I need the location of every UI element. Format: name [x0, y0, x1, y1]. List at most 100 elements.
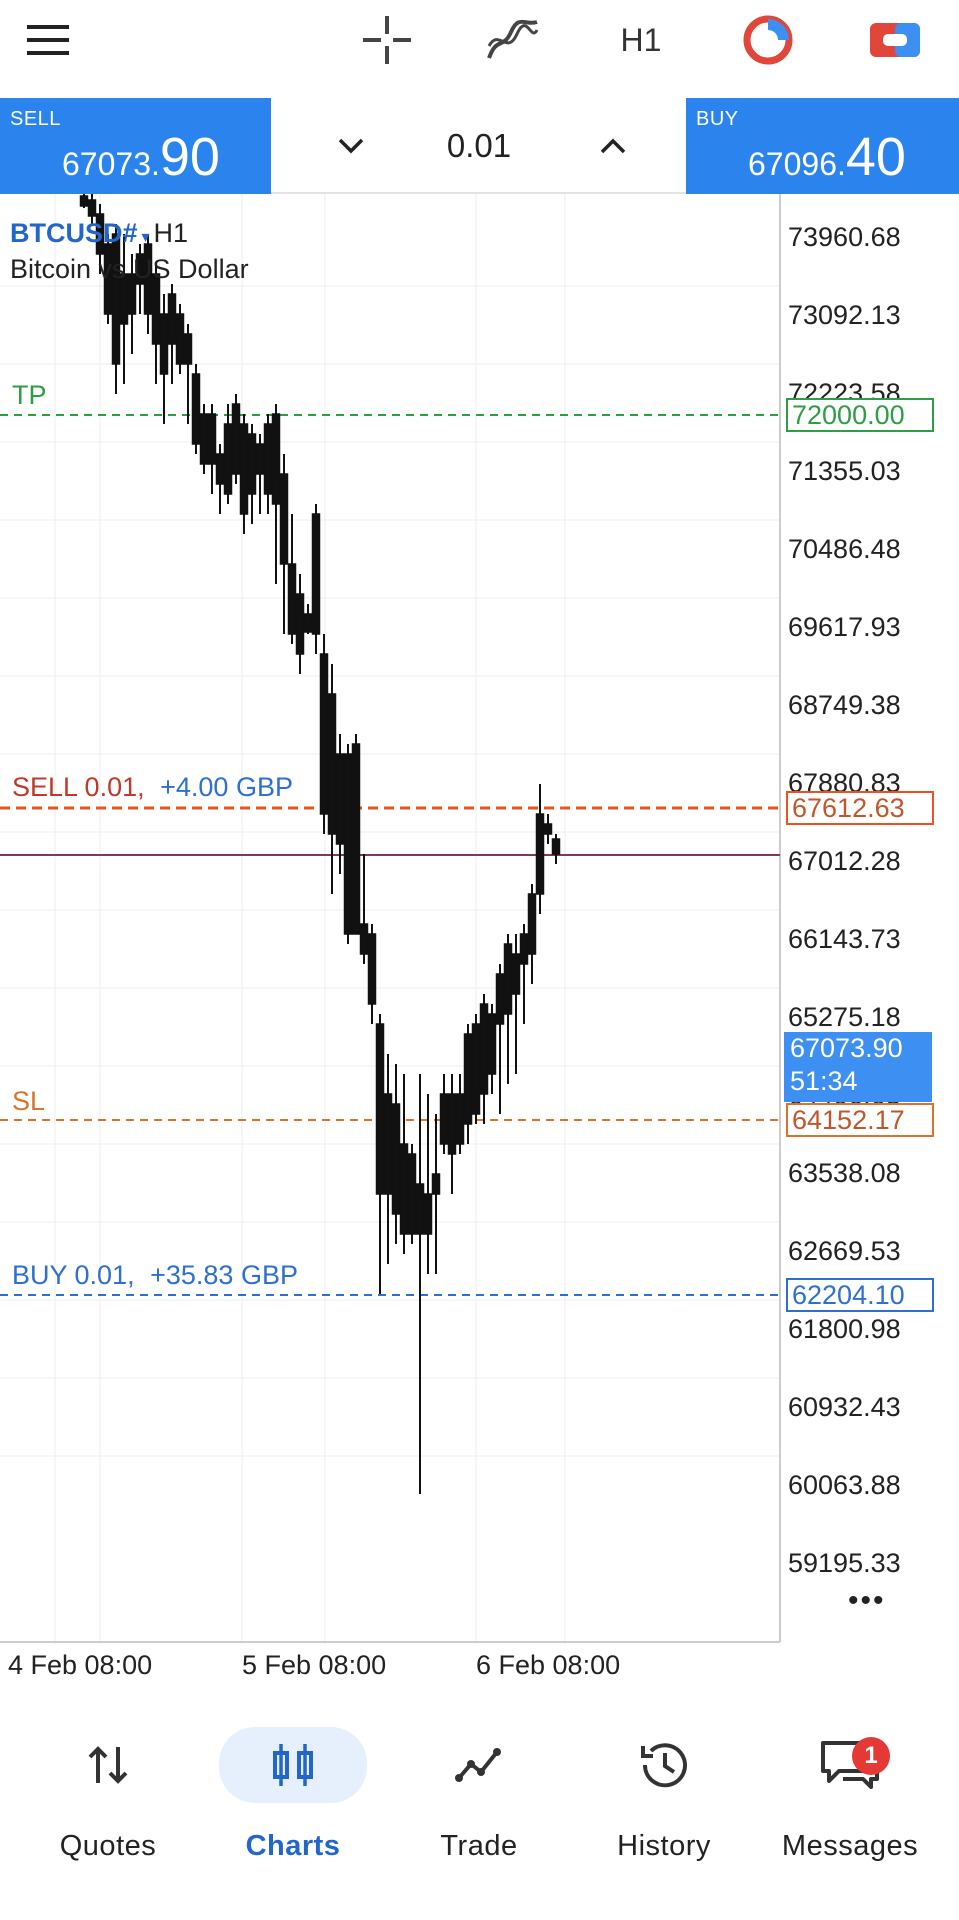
candle-body — [311, 513, 321, 635]
volume-increase-button[interactable] — [590, 123, 636, 169]
candle-body — [207, 413, 217, 465]
top-toolbar: H1 — [0, 0, 959, 98]
candle-body — [183, 333, 193, 365]
messages-badge: 1 — [852, 1737, 890, 1775]
candle-body — [471, 1023, 481, 1115]
candle-body — [519, 933, 529, 965]
one-click-trading-icon — [870, 23, 920, 57]
crosshair-button[interactable] — [358, 10, 416, 70]
price-axis-label: 66143.73 — [788, 924, 901, 954]
candle-body — [215, 453, 225, 485]
buy-position-volume: BUY 0.01, — [12, 1260, 135, 1290]
candle-body — [167, 293, 177, 345]
price-axis-label: 69617.93 — [788, 612, 901, 642]
price-axis-label: 71355.03 — [788, 456, 901, 486]
chevron-down-icon — [338, 138, 364, 154]
more-options-button[interactable]: ••• — [848, 1584, 886, 1618]
candle-body — [399, 1143, 409, 1235]
timeframe-button[interactable]: H1 — [612, 10, 670, 70]
current-price-value: 67073.90 — [790, 1033, 903, 1063]
candle-body — [487, 1013, 497, 1075]
candle-body — [535, 813, 545, 895]
nav-trade-label: Trade — [440, 1830, 518, 1862]
one-click-trading-button[interactable] — [866, 10, 924, 70]
sell-label: SELL — [10, 108, 61, 130]
indicators-button[interactable] — [482, 10, 544, 70]
candle-body — [199, 413, 209, 465]
nav-history-icon-wrap — [624, 1730, 704, 1800]
candle-body — [335, 753, 345, 845]
sell-button[interactable]: SELL 67073.90 — [0, 98, 271, 194]
candle-body — [511, 953, 521, 995]
indicators-icon — [487, 19, 539, 59]
nav-quotes[interactable]: Quotes — [28, 1730, 188, 1870]
nav-trade[interactable]: Trade — [399, 1730, 559, 1870]
menu-button[interactable] — [22, 10, 74, 70]
candle-body — [415, 1183, 425, 1235]
time-label-3: 6 Feb 08:00 — [476, 1650, 621, 1680]
charts-icon — [273, 1744, 313, 1786]
nav-history-label: History — [617, 1830, 711, 1862]
sell-position-label[interactable]: SELL 0.01, +4.00 GBP — [12, 772, 293, 803]
sell-position-profit: +4.00 GBP — [160, 772, 293, 802]
candle-body — [319, 653, 329, 815]
buy-label: BUY — [696, 108, 739, 130]
candle-body — [231, 403, 241, 475]
candle-body — [391, 1103, 401, 1215]
nav-charts-label: Charts — [245, 1830, 341, 1862]
price-axis-label: 68749.38 — [788, 690, 901, 720]
price-chart[interactable]: BTCUSD# ▾ H1 Bitcoin vs US Dollar TP SELL … — [0, 194, 959, 1644]
candle-body — [255, 443, 265, 475]
candle-body — [375, 1023, 385, 1195]
volume-value[interactable]: 0.01 — [421, 127, 537, 165]
nav-history[interactable]: History — [584, 1730, 744, 1870]
price-axis-label: 62669.53 — [788, 1236, 901, 1266]
nav-charts[interactable]: Charts — [213, 1727, 373, 1870]
crosshair-icon — [363, 16, 411, 64]
candle-body — [343, 753, 353, 935]
sell-price: 67073.90 — [62, 126, 220, 188]
bottom-navigation: Quotes Charts Trade History Messages — [0, 1700, 959, 1920]
hamburger-menu-icon — [27, 25, 69, 55]
candle-body — [495, 973, 505, 1025]
buy-position-profit: +35.83 GBP — [150, 1260, 298, 1290]
candle-body — [351, 743, 361, 935]
nav-quotes-icon-wrap — [68, 1730, 148, 1800]
current-price-tag: 67073.90 51:34 — [784, 1032, 932, 1102]
buy-price-tag: 62204.10 — [786, 1278, 934, 1312]
candle-body — [159, 313, 169, 375]
candle-body — [223, 423, 233, 495]
one-click-trade-panel: SELL 67073.90 0.01 BUY 67096.40 — [0, 98, 959, 194]
nav-messages-label: Messages — [781, 1830, 919, 1862]
price-axis-label: 70486.48 — [788, 534, 901, 564]
price-axis-label: 67012.28 — [788, 846, 901, 876]
candle-body — [287, 563, 297, 635]
buy-price: 67096.40 — [748, 126, 906, 188]
candle-body — [527, 893, 537, 955]
symbol-header[interactable]: BTCUSD# ▾ H1 — [10, 218, 188, 249]
buy-position-label[interactable]: BUY 0.01, +35.83 GBP — [12, 1260, 298, 1291]
price-axis-label: 73960.68 — [788, 222, 901, 252]
price-axis-label: 60063.88 — [788, 1470, 901, 1500]
sl-price-tag: 64152.17 — [786, 1103, 934, 1137]
candle-body — [455, 1093, 465, 1145]
objects-button[interactable] — [740, 10, 796, 70]
candle-body — [479, 1003, 489, 1095]
buy-button[interactable]: BUY 67096.40 — [686, 98, 959, 194]
bar-timer: 51:34 — [790, 1066, 858, 1096]
timeframe-label: H1 — [620, 21, 662, 58]
volume-control: 0.01 — [271, 98, 686, 194]
sell-price-tag: 67612.63 — [786, 791, 934, 825]
nav-charts-icon-wrap — [219, 1727, 367, 1803]
price-axis-label: 73092.13 — [788, 300, 901, 330]
time-label-1: 4 Feb 08:00 — [8, 1650, 153, 1680]
nav-messages[interactable]: Messages — [770, 1730, 930, 1870]
candle-body — [239, 423, 249, 515]
candle-body — [447, 1093, 457, 1155]
sell-price-main: 67073. — [62, 146, 160, 182]
buy-price-pips: 40 — [845, 127, 906, 187]
objects-icon — [743, 15, 793, 65]
volume-decrease-button[interactable] — [328, 123, 374, 169]
nav-trade-icon-wrap — [439, 1730, 519, 1800]
candle-body — [279, 473, 289, 565]
